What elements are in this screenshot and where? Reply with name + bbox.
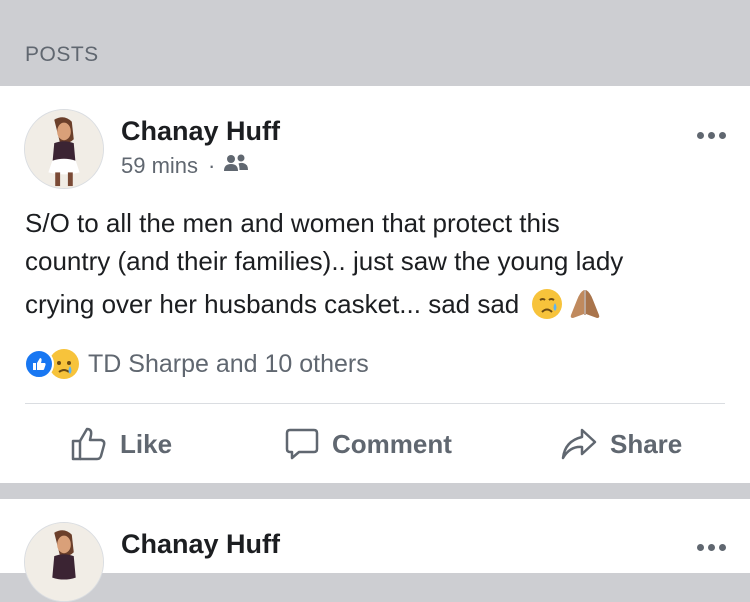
comment-label: Comment bbox=[332, 428, 452, 459]
post-text: S/O to all the men and women that protec… bbox=[25, 204, 725, 323]
section-title: POSTS bbox=[25, 43, 99, 66]
post-author[interactable]: Chanay Huff bbox=[121, 116, 280, 147]
post-meta: 59 mins · bbox=[121, 153, 249, 179]
crying-face-emoji bbox=[531, 288, 563, 320]
divider bbox=[25, 403, 725, 404]
post-actions: Like Comment Share bbox=[0, 416, 750, 472]
post-text-line: country (and their families).. just saw … bbox=[25, 246, 624, 276]
more-dot bbox=[708, 544, 715, 551]
meta-separator: · bbox=[208, 153, 216, 178]
avatar-photo bbox=[25, 110, 103, 188]
reactions-count[interactable]: TD Sharpe and 10 others bbox=[88, 350, 369, 379]
post-card: Chanay Huff 59 mins · S/O to all the men… bbox=[0, 86, 750, 483]
post-author[interactable]: Chanay Huff bbox=[121, 529, 280, 560]
more-dot bbox=[708, 132, 715, 139]
avatar-photo bbox=[25, 523, 103, 601]
folded-hands-emoji bbox=[567, 288, 603, 320]
post-card: Chanay Huff bbox=[0, 499, 750, 602]
comment-button[interactable]: Comment bbox=[284, 416, 452, 472]
more-options-button[interactable] bbox=[697, 132, 726, 139]
post-time[interactable]: 59 mins bbox=[121, 153, 198, 179]
posts-section-header: POSTS bbox=[0, 0, 750, 86]
like-reaction-icon bbox=[24, 349, 54, 379]
post-text-line: crying over her husbands casket... sad s… bbox=[25, 289, 520, 319]
more-dot bbox=[697, 544, 704, 551]
like-button[interactable]: Like bbox=[70, 416, 172, 472]
share-button[interactable]: Share bbox=[560, 416, 682, 472]
share-icon bbox=[561, 428, 597, 460]
thumbs-up-icon bbox=[71, 427, 106, 461]
comment-icon bbox=[285, 428, 319, 460]
like-label: Like bbox=[120, 428, 173, 459]
post-text-line-3: crying over her husbands casket... sad s… bbox=[25, 285, 725, 323]
more-dot bbox=[697, 132, 704, 139]
friends-icon bbox=[223, 153, 249, 179]
reactions-summary[interactable]: TD Sharpe and 10 others bbox=[24, 348, 369, 380]
post-text-line: S/O to all the men and women that protec… bbox=[25, 208, 560, 238]
avatar[interactable] bbox=[24, 522, 104, 602]
avatar[interactable] bbox=[24, 109, 104, 189]
more-options-button[interactable] bbox=[697, 544, 726, 551]
more-dot bbox=[719, 132, 726, 139]
share-label: Share bbox=[610, 428, 683, 459]
more-dot bbox=[719, 544, 726, 551]
